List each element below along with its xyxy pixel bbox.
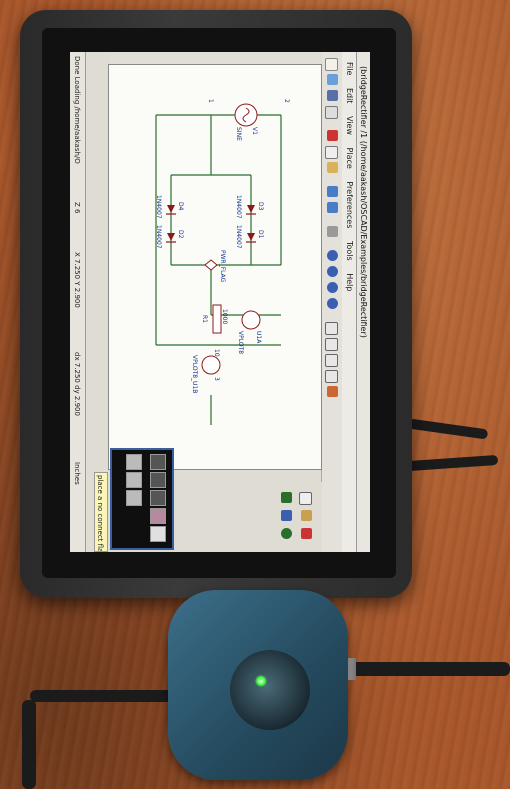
main-toolbar [321, 52, 342, 552]
status-units: Inches [73, 462, 81, 485]
label-d3: D3 [257, 202, 264, 211]
undo-icon[interactable] [327, 186, 338, 197]
page-settings-icon[interactable] [325, 106, 338, 119]
label-pin10: 10 [213, 349, 220, 357]
zoom-in-icon[interactable] [327, 250, 338, 261]
menu-help[interactable]: Help [342, 273, 356, 291]
hierarchy-icon[interactable] [325, 322, 338, 335]
palette-tool-7-icon[interactable] [126, 472, 142, 488]
zoom-redraw-icon[interactable] [327, 282, 338, 293]
label-d4: D4 [177, 202, 184, 211]
pwr-flag-symbol [204, 259, 218, 271]
save-icon[interactable] [327, 90, 338, 101]
window-titlebar: (bridgeRectifier /1 (/home/aakash/OSCAD/… [356, 52, 370, 552]
menu-bar: File Edit View Place Preferences Tools H… [342, 52, 356, 552]
menu-preferences[interactable]: Preferences [342, 181, 356, 228]
hub-cable-right [348, 662, 510, 676]
label-u1b: VPLOT8_U1B [191, 355, 198, 393]
hub-cable-left-curve [22, 700, 36, 789]
v1-source [234, 103, 258, 127]
library-editor-icon[interactable] [325, 338, 338, 351]
menu-file[interactable]: File [342, 62, 356, 75]
label-v1-value: SINE [235, 127, 242, 141]
open-icon[interactable] [327, 74, 338, 85]
usb-hub-led [255, 675, 267, 687]
diode-d3-symbol [247, 205, 255, 213]
place-power-icon[interactable] [301, 528, 312, 539]
schematic-canvas[interactable]: V1 SINE D3 1N4007 D1 1N4007 D4 1N4007 D2… [108, 64, 322, 470]
cut-icon[interactable] [327, 130, 338, 141]
label-d4-part: 1N4007 [155, 195, 162, 219]
photo-scene: (bridgeRectifier /1 (/home/aakash/OSCAD/… [0, 0, 510, 789]
menu-view[interactable]: View [342, 116, 356, 135]
label-r1-value: 1000 [221, 309, 228, 324]
diode-d1-symbol [247, 233, 255, 241]
paste-icon[interactable] [327, 162, 338, 173]
new-schematic-icon[interactable] [325, 58, 338, 71]
usb-hub-dome [230, 650, 310, 730]
status-zoom: Z 6 [73, 202, 81, 214]
redo-icon[interactable] [327, 202, 338, 213]
palette-tool-2-icon[interactable] [150, 472, 166, 488]
palette-tool-3-icon[interactable] [150, 490, 166, 506]
plot-probe-u1b-symbol [201, 355, 221, 375]
label-d2: D2 [177, 230, 184, 239]
zoom-out-icon[interactable] [327, 266, 338, 277]
menu-place[interactable]: Place [342, 148, 356, 169]
label-v1: V1 [251, 127, 258, 135]
schematic-drawing: V1 SINE D3 1N4007 D1 1N4007 D4 1N4007 D2… [155, 99, 290, 425]
menu-tools[interactable]: Tools [342, 241, 356, 261]
place-bus-icon[interactable] [281, 510, 292, 521]
status-bar: Done Loading /home/aakash/O Z 6 X 7.250 … [70, 52, 86, 552]
label-pwr-flag: PWR_FLAG [219, 250, 226, 283]
quick-palette [110, 448, 174, 550]
status-xy: X 7.250 Y 2.900 [73, 252, 81, 308]
hub-cable-left [30, 690, 180, 702]
library-browser-icon[interactable] [325, 354, 338, 367]
palette-tool-8-icon[interactable] [126, 490, 142, 506]
diode-d2-symbol [167, 233, 175, 241]
label-u1a: U1A [255, 331, 262, 344]
label-u1a-part: VPLOT8 [237, 331, 244, 354]
place-junction-icon[interactable] [281, 528, 292, 539]
zoom-fit-icon[interactable] [327, 298, 338, 309]
label-pin3: 3 [213, 377, 220, 381]
select-tool-icon[interactable] [299, 492, 312, 505]
palette-tool-4-icon[interactable] [150, 508, 166, 524]
left-toolbar [110, 52, 322, 64]
label-d2-part: 1N4007 [155, 225, 162, 249]
rotated-desktop: (bridgeRectifier /1 (/home/aakash/OSCAD/… [70, 52, 370, 552]
label-pin1: 1 [207, 99, 214, 103]
status-dxdy: dx 7.250 dy 2.900 [73, 352, 81, 416]
label-pin2: 2 [283, 99, 290, 103]
diode-d4-symbol [167, 205, 175, 213]
resistor-r1-symbol [212, 304, 222, 334]
tablet-screen: (bridgeRectifier /1 (/home/aakash/OSCAD/… [70, 52, 370, 552]
palette-tool-6-icon[interactable] [126, 454, 142, 470]
place-wire-icon[interactable] [281, 492, 292, 503]
window-title: (bridgeRectifier /1 (/home/aakash/OSCAD/… [359, 66, 368, 338]
plot-probe-u1a-symbol [241, 310, 261, 330]
palette-tool-5-icon[interactable] [150, 526, 166, 542]
label-d1: D1 [257, 230, 264, 239]
menu-edit[interactable]: Edit [342, 88, 356, 104]
palette-tool-1-icon[interactable] [150, 454, 166, 470]
label-d1-part: 1N4007 [235, 225, 242, 249]
copy-icon[interactable] [325, 146, 338, 159]
place-component-icon[interactable] [301, 510, 312, 521]
annotate-icon[interactable] [325, 370, 338, 383]
label-r1: R1 [201, 315, 208, 323]
label-d3-part: 1N4007 [235, 195, 242, 219]
tooltip-hint: place a no connect flag [94, 472, 108, 552]
erc-icon[interactable] [327, 386, 338, 397]
status-message: Done Loading /home/aakash/O [73, 56, 81, 164]
print-icon[interactable] [327, 226, 338, 237]
